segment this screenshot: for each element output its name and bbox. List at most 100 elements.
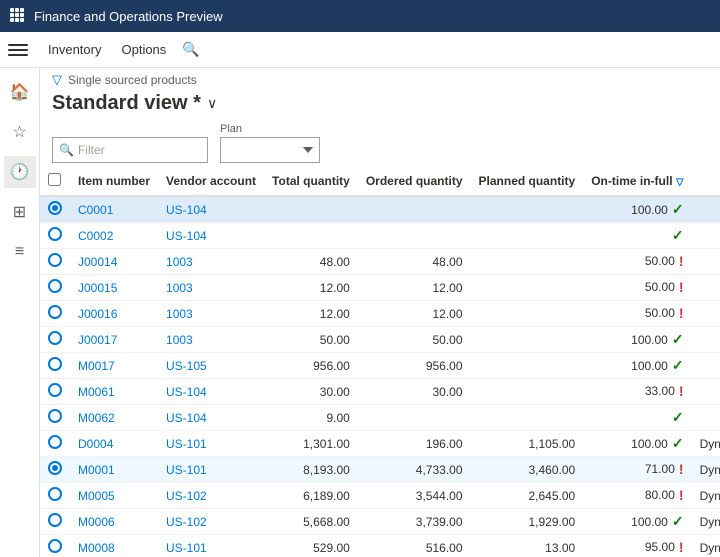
on-time-in-full-cell: 50.00! xyxy=(583,275,691,299)
radio-circle[interactable] xyxy=(48,279,62,293)
row-selector[interactable] xyxy=(40,457,70,483)
radio-circle[interactable] xyxy=(48,487,62,501)
ordered-quantity-cell xyxy=(358,223,471,249)
radio-circle[interactable] xyxy=(48,409,62,423)
th-item-number[interactable]: Item number xyxy=(70,167,158,196)
sidebar-grid-icon[interactable]: ⊞ xyxy=(4,196,36,228)
nav-inventory[interactable]: Inventory xyxy=(40,38,109,61)
nav-options[interactable]: Options xyxy=(113,38,174,61)
row-selector[interactable] xyxy=(40,196,70,223)
vendor-account-cell[interactable]: 1003 xyxy=(158,327,264,353)
row-selector[interactable] xyxy=(40,301,70,327)
vendor-account-cell[interactable]: US-105 xyxy=(158,353,264,379)
item-number-cell[interactable]: M0006 xyxy=(70,509,158,535)
radio-circle[interactable] xyxy=(48,201,62,215)
vendor-account-cell[interactable]: US-104 xyxy=(158,196,264,223)
table-row: M0061US-10430.0030.0033.00! xyxy=(40,379,720,405)
th-on-time-in-full[interactable]: On-time in-full ▽ xyxy=(583,167,691,196)
row-selector[interactable] xyxy=(40,249,70,275)
check-icon: ✓ xyxy=(672,357,684,374)
sidebar-list-icon[interactable]: ≡ xyxy=(4,236,36,268)
item-number-cell[interactable]: M0061 xyxy=(70,379,158,405)
th-total-quantity[interactable]: Total quantity xyxy=(264,167,358,196)
table-row: M0062US-1049.00✓ xyxy=(40,405,720,431)
plan-select[interactable]: DynPlan xyxy=(220,137,320,163)
item-number-cell[interactable]: J00015 xyxy=(70,275,158,301)
vendor-account-cell[interactable]: US-102 xyxy=(158,483,264,509)
vendor-account-cell[interactable]: US-104 xyxy=(158,223,264,249)
row-selector[interactable] xyxy=(40,405,70,431)
th-checkbox[interactable] xyxy=(40,167,70,196)
sidebar-home-icon[interactable]: 🏠 xyxy=(4,76,36,108)
item-number-cell[interactable]: M0017 xyxy=(70,353,158,379)
filter-input[interactable]: 🔍 Filter xyxy=(52,137,208,163)
filter-icon: ▽ xyxy=(52,72,62,88)
select-all-checkbox[interactable] xyxy=(48,173,61,186)
th-vendor-account[interactable]: Vendor account xyxy=(158,167,264,196)
filter-group: 🔍 Filter xyxy=(52,137,208,163)
radio-circle[interactable] xyxy=(48,461,62,475)
row-selector[interactable] xyxy=(40,379,70,405)
breadcrumb-bar: ▽ Single sourced products xyxy=(40,68,720,90)
radio-circle[interactable] xyxy=(48,305,62,319)
item-number-cell[interactable]: J00016 xyxy=(70,301,158,327)
on-time-value: 100.00 xyxy=(631,515,668,529)
row-selector[interactable] xyxy=(40,483,70,509)
row-selector[interactable] xyxy=(40,509,70,535)
planned-quantity-cell: 1,929.00 xyxy=(471,509,584,535)
item-number-cell[interactable]: C0001 xyxy=(70,196,158,223)
item-number-cell[interactable]: J00014 xyxy=(70,249,158,275)
vendor-account-cell[interactable]: US-101 xyxy=(158,431,264,457)
app-icon xyxy=(10,8,26,24)
radio-circle[interactable] xyxy=(48,539,62,553)
plan-cell: DynPlan xyxy=(692,509,720,535)
on-time-value: 50.00 xyxy=(645,306,675,320)
th-plan[interactable]: Plan xyxy=(692,167,720,196)
th-planned-quantity[interactable]: Planned quantity xyxy=(471,167,584,196)
th-ordered-quantity[interactable]: Ordered quantity xyxy=(358,167,471,196)
vendor-account-cell[interactable]: US-101 xyxy=(158,535,264,557)
row-selector[interactable] xyxy=(40,327,70,353)
vendor-account-cell[interactable]: US-104 xyxy=(158,405,264,431)
row-selector[interactable] xyxy=(40,431,70,457)
vendor-account-cell[interactable]: US-104 xyxy=(158,379,264,405)
radio-circle[interactable] xyxy=(48,383,62,397)
total-quantity-cell: 956.00 xyxy=(264,353,358,379)
check-icon: ✓ xyxy=(672,409,684,426)
nav-search-icon[interactable]: 🔍 xyxy=(182,41,199,58)
vendor-account-cell[interactable]: 1003 xyxy=(158,301,264,327)
item-number-cell[interactable]: M0062 xyxy=(70,405,158,431)
row-selector[interactable] xyxy=(40,223,70,249)
radio-circle[interactable] xyxy=(48,331,62,345)
plan-cell xyxy=(692,327,720,353)
ordered-quantity-cell xyxy=(358,405,471,431)
radio-circle[interactable] xyxy=(48,435,62,449)
radio-circle[interactable] xyxy=(48,227,62,241)
sidebar-clock-icon[interactable]: 🕐 xyxy=(4,156,36,188)
row-selector[interactable] xyxy=(40,535,70,557)
vendor-account-cell[interactable]: 1003 xyxy=(158,249,264,275)
total-quantity-cell: 5,668.00 xyxy=(264,509,358,535)
vendor-account-cell[interactable]: 1003 xyxy=(158,275,264,301)
row-selector[interactable] xyxy=(40,353,70,379)
item-number-cell[interactable]: D0004 xyxy=(70,431,158,457)
vendor-account-cell[interactable]: US-101 xyxy=(158,457,264,483)
item-number-cell[interactable]: M0008 xyxy=(70,535,158,557)
th-filter-icon[interactable]: ▽ xyxy=(676,177,684,188)
vendor-account-cell[interactable]: US-102 xyxy=(158,509,264,535)
check-icon: ✓ xyxy=(672,513,684,530)
plan-group: Plan DynPlan xyxy=(220,123,320,163)
radio-circle[interactable] xyxy=(48,253,62,267)
sidebar-star-icon[interactable]: ☆ xyxy=(4,116,36,148)
on-time-value: 80.00 xyxy=(645,488,675,502)
item-number-cell[interactable]: M0005 xyxy=(70,483,158,509)
table-body: C0001US-104100.00✓C0002US-104✓J000141003… xyxy=(40,196,720,557)
radio-circle[interactable] xyxy=(48,513,62,527)
row-selector[interactable] xyxy=(40,275,70,301)
item-number-cell[interactable]: M0001 xyxy=(70,457,158,483)
radio-circle[interactable] xyxy=(48,357,62,371)
hamburger-menu[interactable] xyxy=(8,40,28,60)
item-number-cell[interactable]: C0002 xyxy=(70,223,158,249)
item-number-cell[interactable]: J00017 xyxy=(70,327,158,353)
view-chevron-icon[interactable]: ∨ xyxy=(207,95,217,112)
